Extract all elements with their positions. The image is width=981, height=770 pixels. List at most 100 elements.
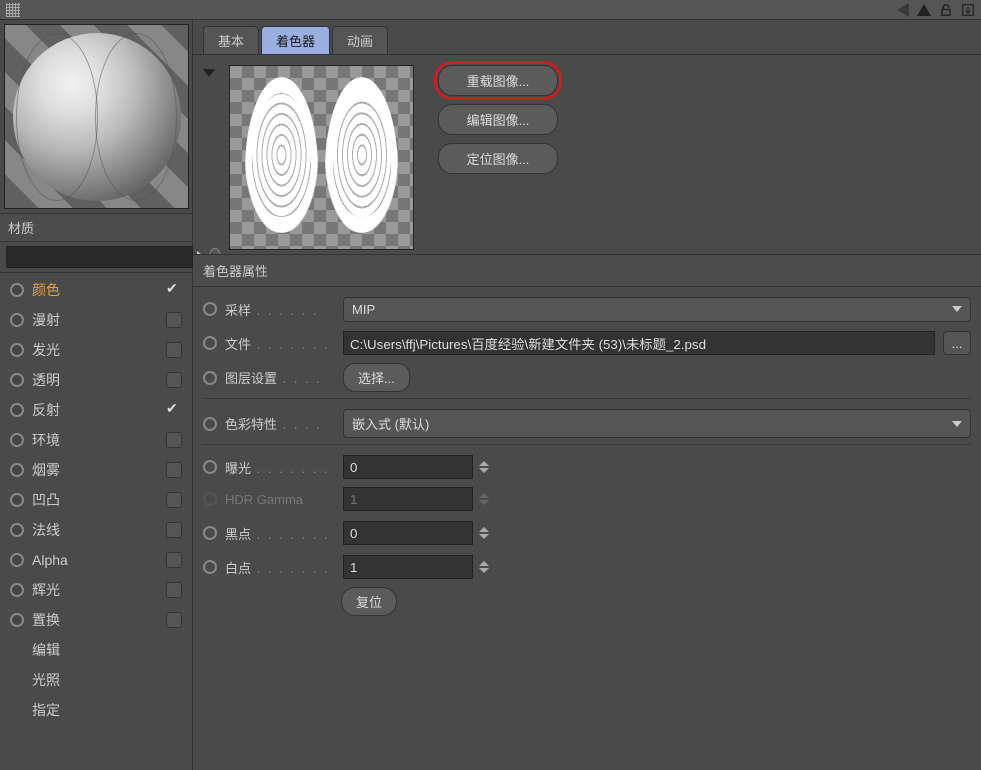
chevron-down-icon xyxy=(952,306,962,312)
reset-button[interactable]: 复位 xyxy=(341,587,397,616)
hdr-label: HDR Gamma xyxy=(225,492,303,507)
channel-row[interactable]: 编辑 xyxy=(4,635,188,665)
white-input[interactable] xyxy=(343,555,473,579)
file-label: 文件 xyxy=(225,337,251,352)
channel-row[interactable]: 透明 xyxy=(4,365,188,395)
color-value: 嵌入式 (默认) xyxy=(352,414,429,433)
exposure-radio[interactable] xyxy=(203,460,217,474)
channel-checkbox[interactable] xyxy=(166,462,182,478)
tab[interactable]: 基本 xyxy=(203,26,259,54)
channel-label: 辉光 xyxy=(32,580,158,600)
channel-label: Alpha xyxy=(32,552,158,568)
channel-radio[interactable] xyxy=(10,403,24,417)
channel-label: 编辑 xyxy=(32,640,182,660)
channel-label: 凹凸 xyxy=(32,490,158,510)
channel-radio[interactable] xyxy=(10,283,24,297)
channel-label: 烟雾 xyxy=(32,460,158,480)
channel-label: 透明 xyxy=(32,370,158,390)
channel-label: 环境 xyxy=(32,430,158,450)
channel-row[interactable]: 置换 xyxy=(4,605,188,635)
white-label: 白点 xyxy=(225,561,251,576)
tab[interactable]: 动画 xyxy=(332,26,388,54)
channel-row[interactable]: 辉光 xyxy=(4,575,188,605)
channel-row[interactable]: 发光 xyxy=(4,335,188,365)
exposure-input[interactable] xyxy=(343,455,473,479)
hdr-input xyxy=(343,487,473,511)
layer-label: 图层设置 xyxy=(225,371,277,386)
file-radio[interactable] xyxy=(203,336,217,350)
channel-label: 光照 xyxy=(32,670,182,690)
channel-radio[interactable] xyxy=(10,373,24,387)
black-radio[interactable] xyxy=(203,526,217,540)
nav-up-icon[interactable] xyxy=(917,4,931,16)
channel-row[interactable]: 烟雾 xyxy=(4,455,188,485)
channel-checkbox[interactable] xyxy=(166,582,182,598)
sampling-dropdown[interactable]: MIP xyxy=(343,297,971,322)
channel-label: 置换 xyxy=(32,610,158,630)
channel-radio[interactable] xyxy=(10,613,24,627)
color-label: 色彩特性 xyxy=(225,417,277,432)
color-radio[interactable] xyxy=(203,417,217,431)
channel-row[interactable]: 凹凸 xyxy=(4,485,188,515)
exposure-spinner[interactable] xyxy=(479,461,489,473)
channel-label: 漫射 xyxy=(32,310,158,330)
channel-radio[interactable] xyxy=(10,583,24,597)
collapse-icon[interactable] xyxy=(203,69,215,77)
channel-checkbox[interactable] xyxy=(166,492,182,508)
file-browse-button[interactable]: ... xyxy=(943,331,971,355)
channel-radio[interactable] xyxy=(10,553,24,567)
channel-checkbox[interactable] xyxy=(166,372,182,388)
black-spinner[interactable] xyxy=(479,527,489,539)
grid-icon[interactable] xyxy=(6,3,20,17)
nav-prev-icon[interactable] xyxy=(897,3,909,17)
channel-label: 法线 xyxy=(32,520,158,540)
white-spinner[interactable] xyxy=(479,561,489,573)
channel-radio[interactable] xyxy=(10,433,24,447)
channel-radio[interactable] xyxy=(10,343,24,357)
tab[interactable]: 着色器 xyxy=(261,26,330,54)
white-radio[interactable] xyxy=(203,560,217,574)
channel-checkbox[interactable] xyxy=(166,282,182,298)
texture-preview[interactable] xyxy=(229,65,414,250)
export-icon[interactable] xyxy=(961,3,975,17)
channel-row[interactable]: 环境 xyxy=(4,425,188,455)
hdr-spinner xyxy=(479,493,489,505)
top-toolbar xyxy=(0,0,981,20)
channel-row[interactable]: 颜色 xyxy=(4,275,188,305)
sampling-label: 采样 xyxy=(225,303,251,318)
channel-checkbox[interactable] xyxy=(166,432,182,448)
channel-row[interactable]: 漫射 xyxy=(4,305,188,335)
channel-radio[interactable] xyxy=(10,493,24,507)
channel-checkbox[interactable] xyxy=(166,402,182,418)
channel-radio[interactable] xyxy=(10,313,24,327)
channel-label: 颜色 xyxy=(32,280,158,300)
lock-icon[interactable] xyxy=(939,3,953,17)
channel-row[interactable]: 反射 xyxy=(4,395,188,425)
sampling-radio[interactable] xyxy=(203,302,217,316)
search-input[interactable] xyxy=(6,246,193,268)
layer-radio[interactable] xyxy=(203,371,217,385)
reload-image-button[interactable]: 重载图像... xyxy=(438,65,558,96)
edit-image-button[interactable]: 编辑图像... xyxy=(438,104,558,135)
channel-checkbox[interactable] xyxy=(166,342,182,358)
channel-checkbox[interactable] xyxy=(166,522,182,538)
color-profile-dropdown[interactable]: 嵌入式 (默认) xyxy=(343,409,971,438)
channel-checkbox[interactable] xyxy=(166,612,182,628)
channel-checkbox[interactable] xyxy=(166,552,182,568)
channel-label: 发光 xyxy=(32,340,158,360)
channel-row[interactable]: 指定 xyxy=(4,695,188,725)
channel-row[interactable]: 法线 xyxy=(4,515,188,545)
sidebar: 材质 颜色漫射发光透明反射环境烟雾凹凸法线Alpha辉光置换编辑光照指定 xyxy=(0,20,193,770)
main-panel: 基本着色器动画 重载图像... 编辑图像... 定位图像... 着色器属性 采样… xyxy=(193,20,981,770)
locate-image-button[interactable]: 定位图像... xyxy=(438,143,558,174)
exposure-label: 曝光 xyxy=(225,461,251,476)
black-input[interactable] xyxy=(343,521,473,545)
channel-radio[interactable] xyxy=(10,523,24,537)
file-input[interactable] xyxy=(343,331,935,355)
layer-select-button[interactable]: 选择... xyxy=(343,363,410,392)
channel-row[interactable]: Alpha xyxy=(4,545,188,575)
material-preview[interactable] xyxy=(4,24,189,209)
channel-radio[interactable] xyxy=(10,463,24,477)
channel-checkbox[interactable] xyxy=(166,312,182,328)
channel-row[interactable]: 光照 xyxy=(4,665,188,695)
